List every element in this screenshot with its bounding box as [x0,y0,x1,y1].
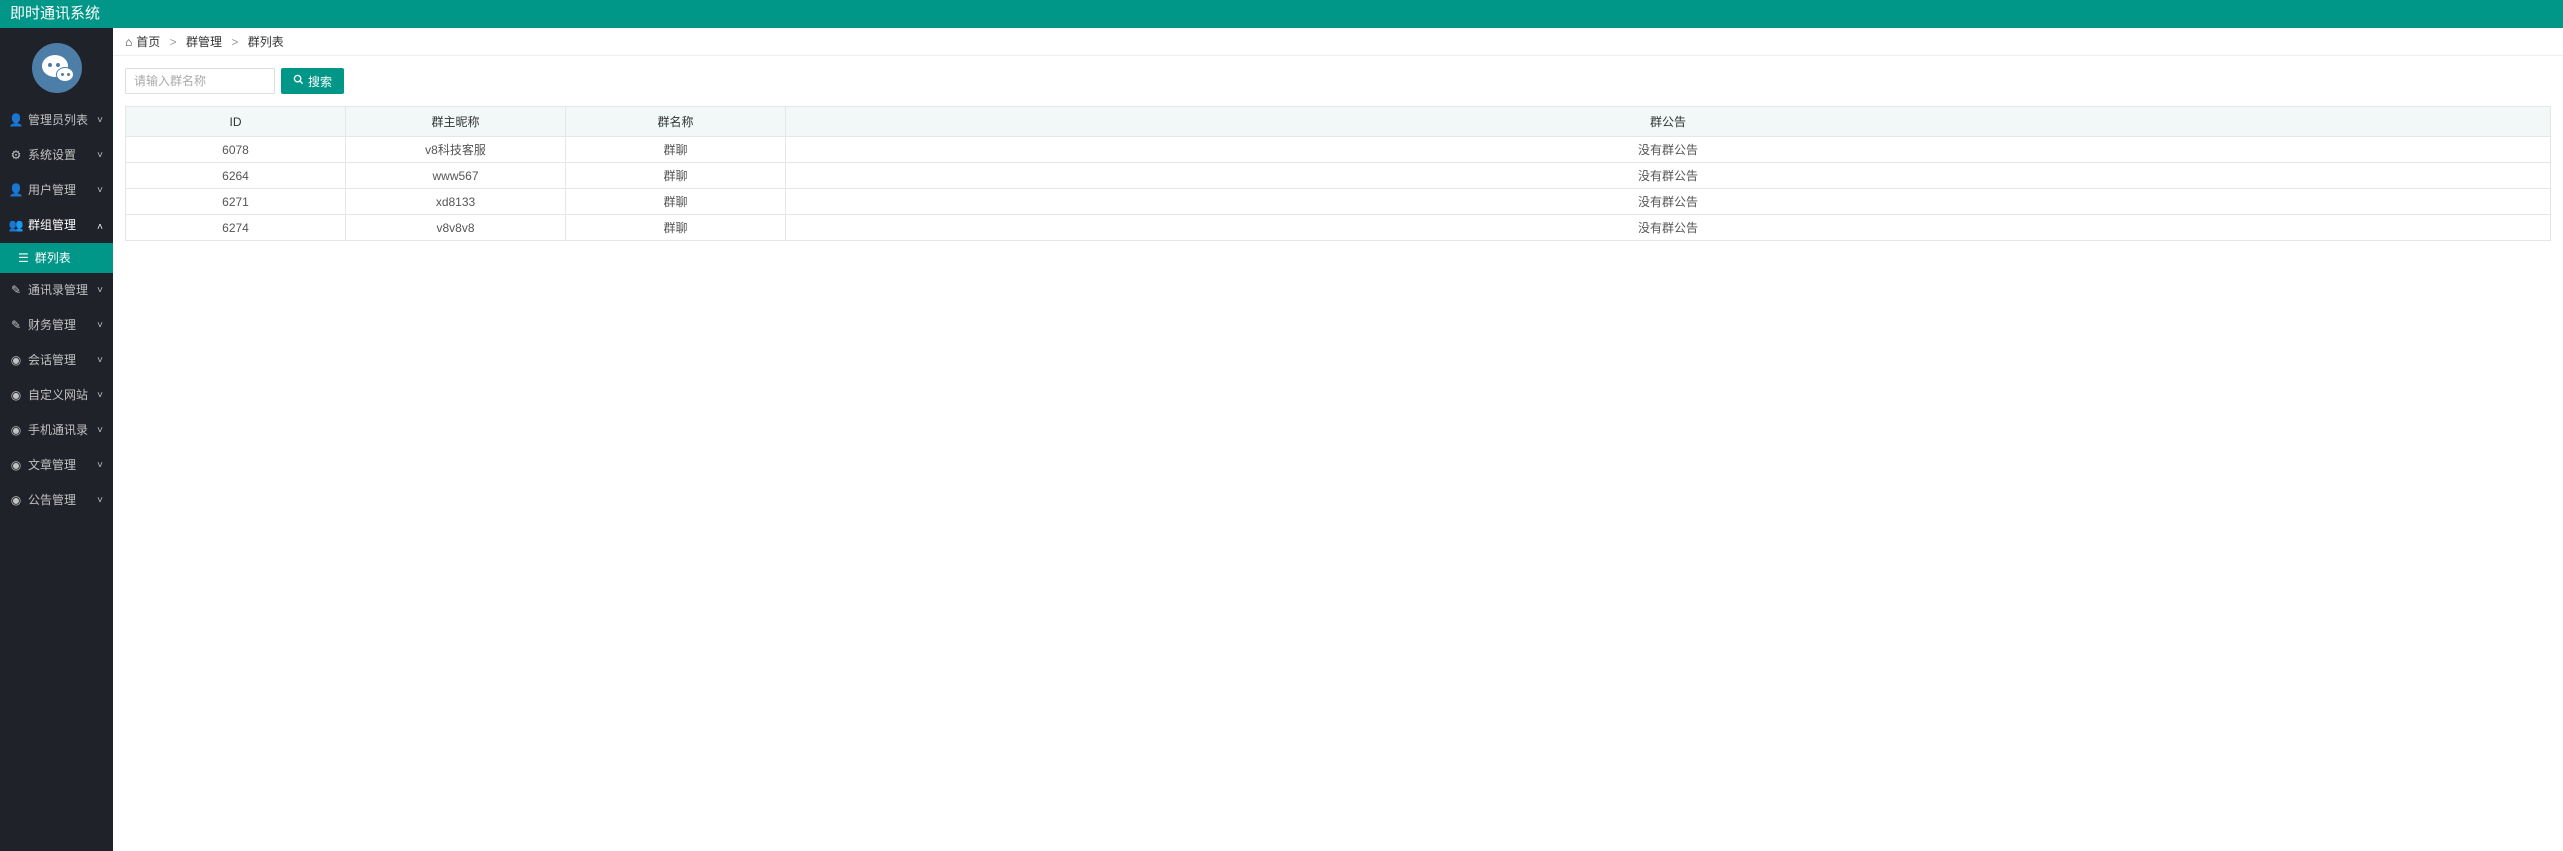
gear-icon: ⚙ [10,138,22,173]
logo-area [0,28,113,103]
table-row[interactable]: 6271 xd8133 群聊 没有群公告 [126,189,2551,215]
cell-id: 6078 [126,137,346,163]
cell-owner: v8科技客服 [346,137,566,163]
sidebar-item-0[interactable]: 👤 管理员列表 ˅ [0,103,113,138]
cell-id: 6264 [126,163,346,189]
chevron-down-icon: ˅ [97,343,103,378]
cell-announce: 没有群公告 [786,137,2551,163]
col-header-id: ID [126,107,346,137]
sidebar: 👤 管理员列表 ˅ ⚙ 系统设置 ˅ 👤 用户管理 ˅ 👥 群组管理 [0,28,113,851]
chevron-down-icon: ˅ [97,138,103,173]
cell-name: 群聊 [566,137,786,163]
sidebar-item-label: 自定义网站 [28,378,88,413]
chevron-down-icon: ˅ [97,173,103,208]
chevron-down-icon: ˅ [97,273,103,308]
chevron-down-icon: ˅ [97,448,103,483]
table-header-row: ID 群主昵称 群名称 群公告 [126,107,2551,137]
chevron-down-icon: ˅ [97,378,103,413]
search-button[interactable]: 搜索 [281,68,344,94]
cell-name: 群聊 [566,163,786,189]
cell-name: 群聊 [566,189,786,215]
sidebar-item-5[interactable]: ✎ 财务管理 ˅ [0,308,113,343]
sidebar-item-6[interactable]: ◉ 会话管理 ˅ [0,343,113,378]
cell-name: 群聊 [566,215,786,241]
chevron-down-icon: ˅ [97,103,103,138]
col-header-name: 群名称 [566,107,786,137]
sidebar-item-label: 公告管理 [28,483,76,518]
sidebar-item-label: 管理员列表 [28,103,88,138]
wechat-logo-icon [32,43,82,93]
chevron-up-icon: ˅ [97,208,103,243]
sidebar-item-1[interactable]: ⚙ 系统设置 ˅ [0,138,113,173]
sidebar-item-label: 手机通讯录 [28,413,88,448]
search-icon [293,74,304,88]
sidebar-item-3[interactable]: 👥 群组管理 ˅ [0,208,113,243]
sidebar-item-label: 文章管理 [28,448,76,483]
sidebar-item-9[interactable]: ◉ 文章管理 ˅ [0,448,113,483]
list-icon: ☰ [18,243,29,273]
sidebar-item-7[interactable]: ◉ 自定义网站 ˅ [0,378,113,413]
cell-id: 6274 [126,215,346,241]
cell-announce: 没有群公告 [786,189,2551,215]
group-table: ID 群主昵称 群名称 群公告 6078 v8科技客服 群聊 没有群公告 626… [125,106,2551,241]
sidebar-item-label: 用户管理 [28,173,76,208]
breadcrumb: ⌂ 首页 > 群管理 > 群列表 [113,28,2563,56]
edit-icon: ✎ [10,308,22,343]
cell-announce: 没有群公告 [786,163,2551,189]
cell-owner: v8v8v8 [346,215,566,241]
globe-icon: ◉ [10,483,22,518]
search-button-label: 搜索 [308,73,332,90]
user-icon: 👤 [10,173,22,208]
sidebar-item-label: 会话管理 [28,343,76,378]
home-icon: ⌂ [125,35,132,49]
sidebar-item-4[interactable]: ✎ 通讯录管理 ˅ [0,273,113,308]
sidebar-subitem-label: 群列表 [35,243,71,273]
table-row[interactable]: 6274 v8v8v8 群聊 没有群公告 [126,215,2551,241]
globe-icon: ◉ [10,343,22,378]
nav-menu: 👤 管理员列表 ˅ ⚙ 系统设置 ˅ 👤 用户管理 ˅ 👥 群组管理 [0,103,113,518]
sidebar-subitem-3-0[interactable]: ☰ 群列表 [0,243,113,273]
chevron-down-icon: ˅ [97,308,103,343]
sidebar-item-label: 系统设置 [28,138,76,173]
table-body: 6078 v8科技客服 群聊 没有群公告 6264 www567 群聊 没有群公… [126,137,2551,241]
table-row[interactable]: 6264 www567 群聊 没有群公告 [126,163,2551,189]
globe-icon: ◉ [10,448,22,483]
table-row[interactable]: 6078 v8科技客服 群聊 没有群公告 [126,137,2551,163]
breadcrumb-level2: 群列表 [248,35,284,49]
sidebar-item-8[interactable]: ◉ 手机通讯录 ˅ [0,413,113,448]
edit-icon: ✎ [10,273,22,308]
breadcrumb-separator: > [231,35,238,49]
globe-icon: ◉ [10,413,22,448]
cell-owner: www567 [346,163,566,189]
breadcrumb-level1[interactable]: 群管理 [186,35,222,49]
cell-owner: xd8133 [346,189,566,215]
col-header-announce: 群公告 [786,107,2551,137]
sidebar-item-label: 群组管理 [28,208,76,243]
col-header-owner: 群主昵称 [346,107,566,137]
sidebar-item-label: 财务管理 [28,308,76,343]
users-icon: 👥 [10,208,22,243]
cell-id: 6271 [126,189,346,215]
chevron-down-icon: ˅ [97,483,103,518]
sidebar-item-label: 通讯录管理 [28,273,88,308]
cell-announce: 没有群公告 [786,215,2551,241]
search-input[interactable] [125,68,275,94]
sidebar-item-2[interactable]: 👤 用户管理 ˅ [0,173,113,208]
top-header: 即时通讯系统 [0,0,2563,28]
breadcrumb-home[interactable]: 首页 [136,35,160,49]
main-content: ⌂ 首页 > 群管理 > 群列表 搜索 ID 群主昵称 群名称 群公告 6078 … [113,28,2563,851]
breadcrumb-separator: > [170,35,177,49]
sidebar-item-10[interactable]: ◉ 公告管理 ˅ [0,483,113,518]
user-icon: 👤 [10,103,22,138]
toolbar: 搜索 [113,56,2563,106]
globe-icon: ◉ [10,378,22,413]
chevron-down-icon: ˅ [97,413,103,448]
app-title: 即时通讯系统 [10,5,100,22]
